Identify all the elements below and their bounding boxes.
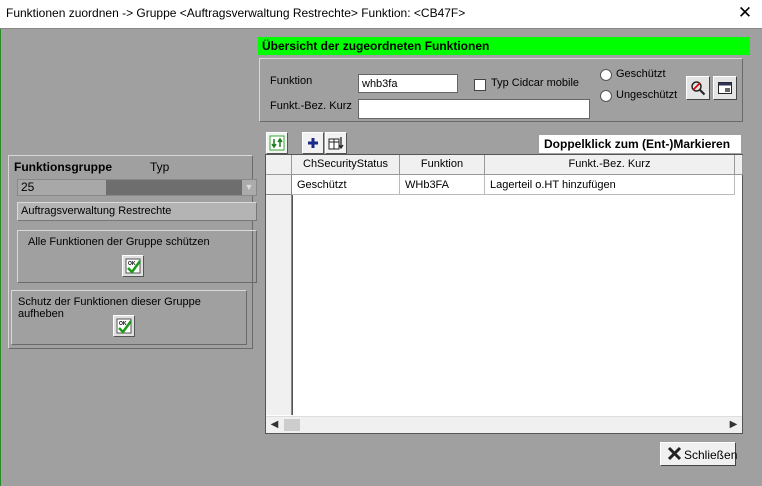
- assigned-functions-panel: Übersicht der zugeordneten Funktionen Fu…: [258, 37, 750, 437]
- row-header[interactable]: [266, 175, 292, 195]
- refresh-icon: [269, 135, 285, 151]
- function-group-combo[interactable]: 25 ▼: [17, 179, 257, 196]
- protect-all-box: Alle Funktionen der Gruppe schützen OK: [17, 230, 257, 283]
- refresh-button[interactable]: [266, 132, 288, 154]
- scroll-left-icon[interactable]: ◀: [266, 417, 283, 433]
- column-header-status[interactable]: ChSecurityStatus: [292, 155, 400, 175]
- function-group-name: Auftragsverwaltung Restrechte: [17, 202, 257, 221]
- kurz-label: Funkt.-Bez. Kurz: [270, 100, 352, 112]
- unprotected-radio[interactable]: [600, 90, 612, 102]
- row-header-empty: [266, 195, 292, 415]
- table-cell-kurz[interactable]: Lagerteil o.HT hinzufügen: [485, 175, 735, 195]
- scroll-thumb[interactable]: [284, 419, 300, 431]
- close-button[interactable]: Schließen: [660, 442, 738, 466]
- search-filter-button[interactable]: [686, 76, 710, 100]
- ok-check-icon: OK: [116, 318, 133, 334]
- add-button[interactable]: [302, 132, 324, 154]
- export-button[interactable]: [713, 76, 737, 100]
- ok-check-icon: OK: [125, 258, 142, 274]
- unprotected-label: Ungeschützt: [616, 89, 678, 101]
- close-icon[interactable]: ✕: [736, 3, 754, 23]
- column-settings-button[interactable]: [325, 132, 347, 154]
- column-header-filler: [735, 155, 743, 175]
- functions-grid[interactable]: ChSecurityStatus Funktion Funkt.-Bez. Ku…: [265, 154, 743, 434]
- left-edge-line: [0, 29, 1, 486]
- title-bar: Funktionen zuordnen -> Gruppe <Auftragsv…: [0, 0, 762, 28]
- function-group-value: 25: [18, 180, 106, 195]
- scroll-right-icon[interactable]: ▶: [725, 417, 742, 433]
- filter-box: Funktion Typ Cidcar mobile Funkt.-Bez. K…: [259, 58, 743, 122]
- protected-label: Geschützt: [616, 68, 666, 80]
- table-cell-status[interactable]: Geschützt: [292, 175, 400, 195]
- grid-corner: [266, 155, 292, 175]
- protect-all-label: Alle Funktionen der Gruppe schützen: [28, 236, 210, 248]
- cidcar-label: Typ Cidcar mobile: [491, 77, 580, 89]
- svg-text:OK: OK: [128, 261, 136, 267]
- chevron-down-icon[interactable]: ▼: [242, 180, 256, 195]
- horizontal-scrollbar[interactable]: ◀ ▶: [266, 416, 742, 433]
- column-header-funktion[interactable]: Funktion: [400, 155, 485, 175]
- window-export-icon: [718, 82, 732, 94]
- search-clear-icon: [691, 81, 706, 96]
- grid-divider: [292, 195, 293, 415]
- protected-radio[interactable]: [600, 69, 612, 81]
- protect-all-ok-button[interactable]: OK: [122, 255, 144, 277]
- svg-text:OK: OK: [119, 321, 127, 327]
- column-header-kurz[interactable]: Funkt.-Bez. Kurz: [485, 155, 735, 175]
- type-heading: Typ: [150, 160, 170, 174]
- columns-sort-icon: [328, 137, 344, 150]
- close-x-icon: [667, 446, 682, 464]
- kurz-input[interactable]: [358, 99, 590, 119]
- double-click-hint: Doppelklick zum (Ent-)Markieren: [539, 135, 741, 153]
- unprotect-all-ok-button[interactable]: OK: [113, 315, 135, 337]
- funktion-label: Funktion: [270, 75, 313, 87]
- function-group-heading: Funktionsgruppe: [14, 160, 112, 174]
- type-field: [106, 180, 242, 195]
- window-title: Funktionen zuordnen -> Gruppe <Auftragsv…: [6, 6, 466, 20]
- cidcar-checkbox[interactable]: [474, 79, 486, 91]
- funktion-input[interactable]: [358, 74, 458, 93]
- plus-icon: [308, 138, 318, 148]
- close-button-label: Schließen: [684, 448, 738, 462]
- panel-header: Übersicht der zugeordneten Funktionen: [258, 37, 750, 55]
- table-cell-funktion[interactable]: WHb3FA: [400, 175, 485, 195]
- unprotect-all-box: Schutz der Funktionen dieser Gruppe aufh…: [11, 290, 247, 345]
